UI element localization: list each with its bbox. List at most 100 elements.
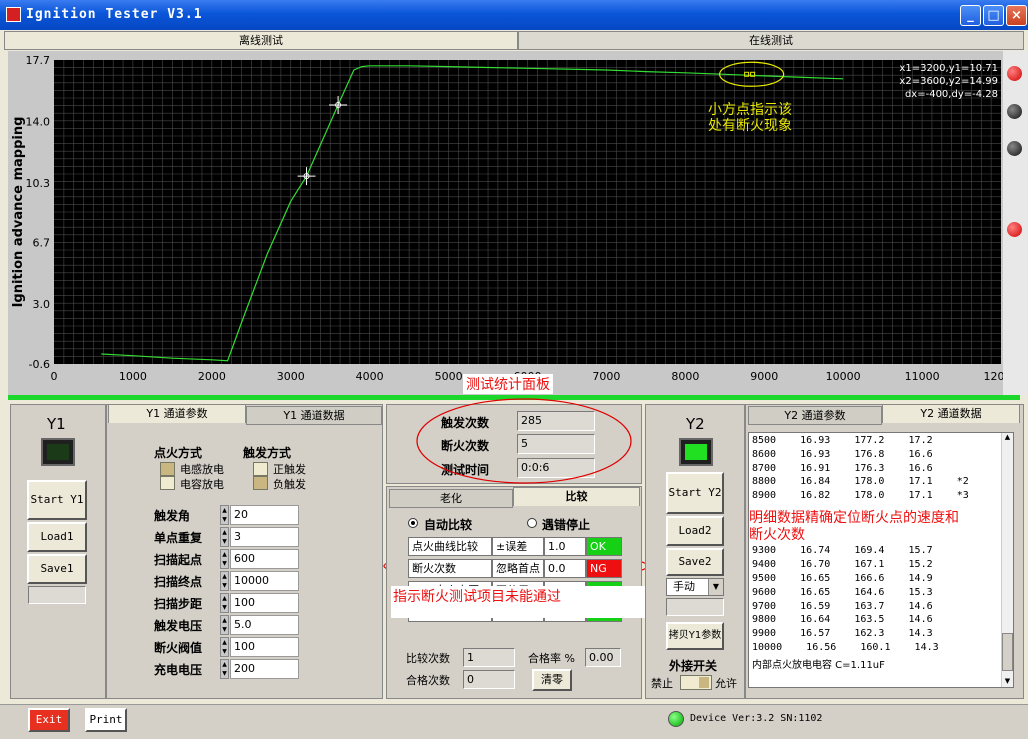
external-switch-toggle[interactable] [680,675,712,690]
annotation-detail-line-2: 断火次数 [749,527,805,543]
list-item: 9500 16.65 166.6 14.9 [752,573,933,584]
tab-online-test[interactable]: 在线测试 [518,31,1024,50]
save1-button[interactable]: Save1 [27,554,87,584]
list-item: 8900 16.82 178.0 17.1 *3 [752,490,969,502]
x-tick-label: 2000 [198,370,226,383]
tab-offline-test[interactable]: 离线测试 [4,31,518,50]
y-tick-label: 14.0 [26,115,51,128]
y2-data-list: 8500 16.93 177.2 17.2 8600 16.93 176.8 16… [748,432,1014,688]
load2-button[interactable]: Load2 [666,516,724,546]
trigger-mode-label: 触发方式 [243,446,292,460]
tab-y1-data[interactable]: Y1 通道数据 [246,406,382,425]
capacitive-toggle[interactable] [160,476,175,490]
fire-mode-option-2: 电容放电 [180,478,224,491]
param-spinner[interactable]: ▲ ▼ [220,549,229,569]
y2-status-box [666,598,724,616]
load1-button[interactable]: Load1 [27,522,87,552]
param-spinner[interactable]: ▲ ▼ [220,571,229,591]
y2-led [679,438,713,466]
status-bar [0,704,1028,739]
cursor-readout: x2=3600,y2=14.99 [899,76,998,87]
annotation-fail: 指示断火测试项目未能通过 [391,586,645,618]
compare-row-value[interactable]: 0.0 [544,559,586,578]
chevron-down-icon[interactable]: ▼ [708,579,723,595]
param-spinner[interactable]: ▲ ▼ [220,527,229,547]
tab-y1-params[interactable]: Y1 通道参数 [108,404,246,423]
mode-select-value: 手动 [673,580,695,593]
param-spinner[interactable]: ▲ ▼ [220,637,229,657]
x-tick-label: 7000 [592,370,620,383]
ignition-chart: 0100020003000400050006000700080009000100… [11,54,1019,383]
param-spinner[interactable]: ▲ ▼ [220,505,229,525]
y-tick-label: -0.6 [29,358,50,371]
inductive-toggle[interactable] [160,462,175,476]
misfire-count-label: 断火次数 [441,439,490,453]
param-label: 扫描起点 [154,553,203,567]
list-item: 9400 16.70 167.1 15.2 [752,559,933,571]
param-input[interactable]: 100 [230,637,299,657]
scroll-down-icon[interactable]: ▼ [1002,677,1013,687]
mode-select[interactable]: 手动 ▼ [666,578,724,596]
red-led-1 [1007,66,1022,81]
positive-trigger-toggle[interactable] [253,462,268,476]
print-button[interactable]: Print [85,708,127,732]
scroll-up-icon[interactable]: ▲ [1002,433,1013,443]
negative-trigger-toggle[interactable] [253,476,268,490]
tab-aging[interactable]: 老化 [389,489,513,508]
compare-row-value[interactable]: 1.0 [544,537,586,556]
trigger-mode-option-2: 负触发 [273,478,306,491]
compare-row-param[interactable]: ±误差 [492,537,544,556]
list-item: 8600 16.93 176.8 16.6 [752,448,933,460]
auto-compare-radio[interactable] [408,518,418,528]
y2-list-scrollbar[interactable]: ▲ ▼ [1001,433,1013,687]
start-y1-button[interactable]: Start Y1 [27,480,87,520]
tab-y2-params[interactable]: Y2 通道参数 [748,406,882,425]
maximize-button[interactable]: □ [983,5,1004,26]
x-tick-label: 5000 [435,370,463,383]
auto-compare-label: 自动比较 [424,518,473,532]
annotation-detail-line-1: 明细数据精确定位断火点的速度和 [749,510,959,526]
close-button[interactable]: × [1006,5,1027,26]
scrollbar-thumb[interactable] [1002,633,1013,671]
stop-on-error-radio[interactable] [527,518,537,528]
app-icon [6,7,21,22]
fire-mode-label: 点火方式 [154,446,203,460]
param-input[interactable]: 3 [230,527,299,547]
param-input[interactable]: 600 [230,549,299,569]
pass-rate-value: 0.00 [585,648,621,667]
param-input[interactable]: 5.0 [230,615,299,635]
stop-on-error-label: 遇错停止 [542,518,591,532]
tab-compare[interactable]: 比较 [513,487,640,506]
compare-row-param[interactable]: 忽略首点 [492,559,544,578]
param-label: 触发角 [154,509,191,523]
x-tick-label: 1000 [119,370,147,383]
param-label: 单点重复 [154,531,203,545]
pass-count-label: 合格次数 [406,674,450,687]
pass-rate-label: 合格率 % [528,652,575,665]
param-input[interactable]: 10000 [230,571,299,591]
param-spinner[interactable]: ▲ ▼ [220,593,229,613]
clear-button[interactable]: 清零 [532,669,572,691]
test-time-value: 0:0:6 [517,458,595,478]
param-input[interactable]: 20 [230,505,299,525]
param-input[interactable]: 200 [230,659,299,679]
save2-button[interactable]: Save2 [666,548,724,576]
param-spinner[interactable]: ▲ ▼ [220,659,229,679]
tab-y2-data[interactable]: Y2 通道数据 [882,404,1020,423]
start-y2-button[interactable]: Start Y2 [666,472,724,514]
exit-button[interactable]: Exit [28,708,70,732]
copy-y1-params-button[interactable]: 拷贝Y1参数 [666,622,724,650]
param-input[interactable]: 100 [230,593,299,613]
test-stats-panel [386,404,642,484]
black-led-2 [1007,141,1022,156]
annotation-stats-panel: 测试统计面板 [463,374,553,394]
list-item: 8700 16.91 176.3 16.6 [752,462,933,474]
external-switch-label: 外接开关 [669,659,718,673]
misfire-count-value: 5 [517,434,595,454]
list-item: 8500 16.93 177.2 17.2 [752,435,933,446]
param-spinner[interactable]: ▲ ▼ [220,615,229,635]
minimize-button[interactable]: _ [960,5,981,26]
x-tick-label: 10000 [826,370,861,383]
x-tick-label: 3000 [277,370,305,383]
list-item: 9300 16.74 169.4 15.7 [752,545,933,557]
